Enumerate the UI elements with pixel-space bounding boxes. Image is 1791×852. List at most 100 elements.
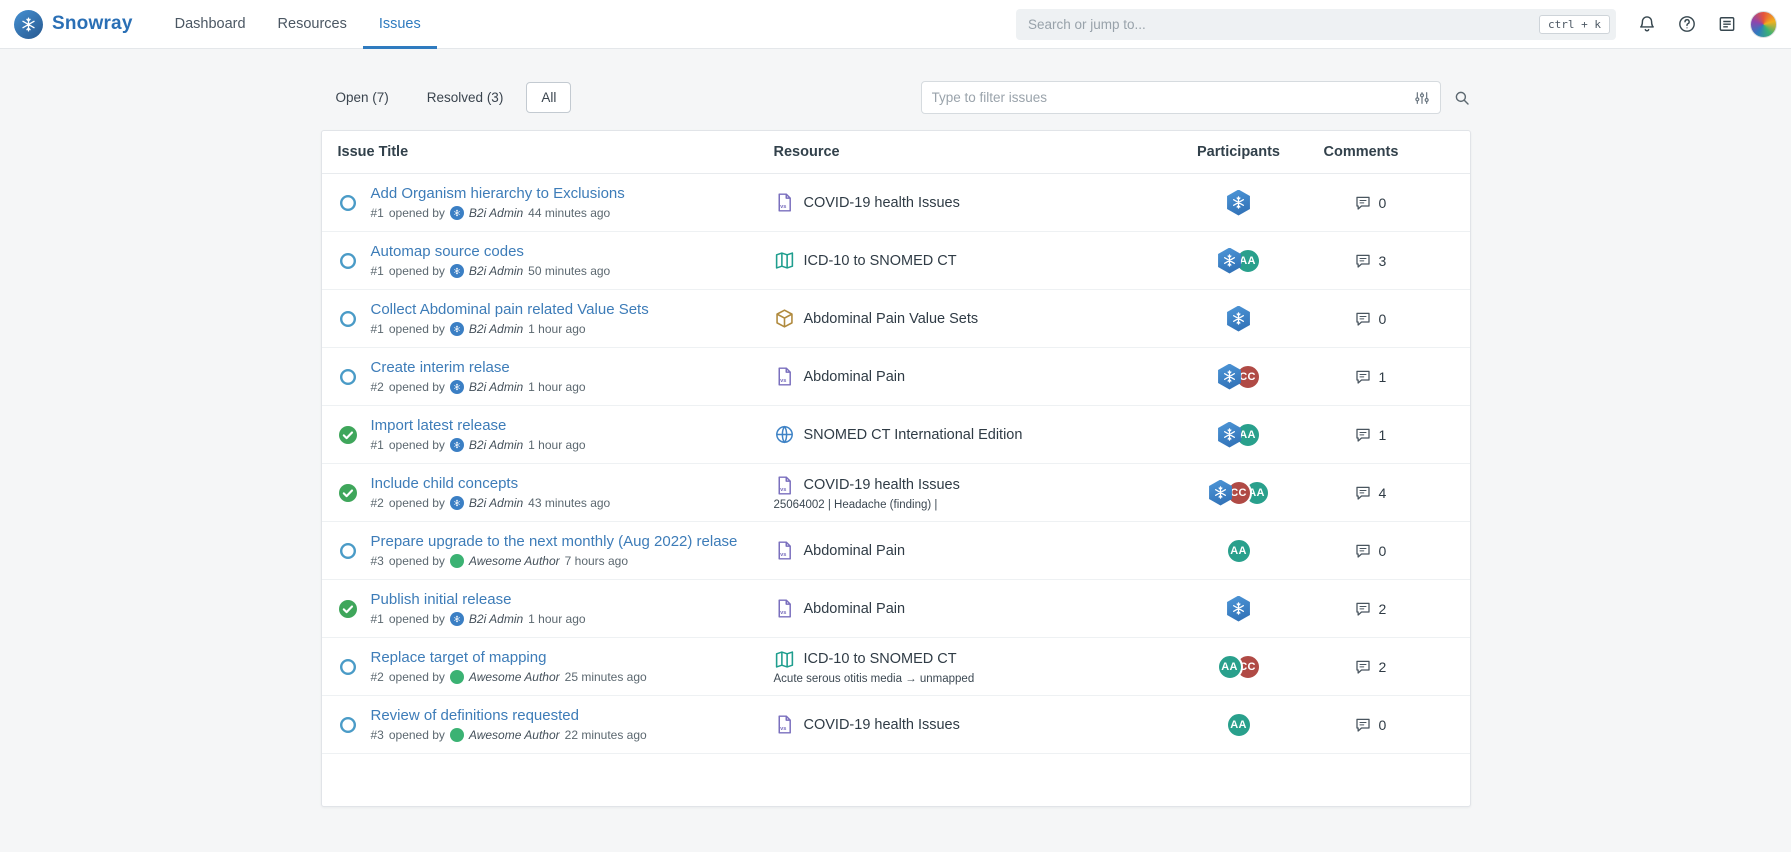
issue-ref: #2 bbox=[370, 670, 384, 684]
issue-title-link[interactable]: Collect Abdominal pain related Value Set… bbox=[371, 301, 649, 318]
brand[interactable]: Snowray bbox=[14, 9, 133, 39]
resource-name: SNOMED CT International Edition bbox=[803, 426, 1023, 443]
resource-cell: SNOMED CT International Edition bbox=[774, 424, 1154, 445]
issue-author: Awesome Author bbox=[468, 670, 560, 684]
issues-page: Open (7) Resolved (3) All Type to filter… bbox=[317, 81, 1475, 807]
comments-cell[interactable]: 0 bbox=[1324, 310, 1454, 328]
issue-time: 44 minutes ago bbox=[528, 206, 611, 220]
issue-rows: Add Organism hierarchy to Exclusions #1 … bbox=[321, 174, 1470, 754]
filter-search-button[interactable] bbox=[1453, 89, 1471, 107]
tab-open[interactable]: Open (7) bbox=[321, 82, 404, 113]
tab-all[interactable]: All bbox=[526, 82, 572, 113]
comments-cell[interactable]: 0 bbox=[1324, 542, 1454, 560]
tab-resolved[interactable]: Resolved (3) bbox=[412, 82, 519, 113]
comment-bubble-icon bbox=[1354, 426, 1372, 444]
filter-options-icon[interactable] bbox=[1414, 90, 1430, 106]
issue-title-link[interactable]: Create interim relase bbox=[371, 359, 510, 376]
comment-bubble-icon bbox=[1354, 600, 1372, 618]
participant-avatar-aa: AA bbox=[1225, 711, 1252, 738]
main-nav: Dashboard Resources Issues bbox=[159, 0, 437, 49]
comment-bubble-icon bbox=[1354, 252, 1372, 270]
issue-title-link[interactable]: Replace target of mapping bbox=[371, 649, 547, 666]
issue-row[interactable]: Add Organism hierarchy to Exclusions #1 … bbox=[321, 174, 1470, 232]
issue-filter-field[interactable] bbox=[920, 81, 1441, 114]
global-search-input[interactable] bbox=[1028, 16, 1532, 32]
user-avatar[interactable] bbox=[1750, 10, 1777, 38]
comment-bubble-icon bbox=[1354, 542, 1372, 560]
resource-type-icon bbox=[774, 649, 795, 670]
issue-ref: #1 bbox=[370, 438, 384, 452]
resource-type-icon bbox=[774, 424, 795, 445]
issue-filter-input[interactable] bbox=[931, 90, 1406, 105]
issue-ref: #2 bbox=[370, 380, 384, 394]
opened-by-label: opened by bbox=[388, 380, 445, 394]
issue-title-link[interactable]: Add Organism hierarchy to Exclusions bbox=[371, 185, 625, 202]
issue-time: 1 hour ago bbox=[528, 380, 586, 394]
opened-by-label: opened by bbox=[388, 728, 445, 742]
issue-row[interactable]: Create interim relase #2 opened by B2i A… bbox=[321, 348, 1470, 406]
navbar: Snowray Dashboard Resources Issues ctrl … bbox=[0, 0, 1791, 49]
resource-cell: vs Abdominal Pain bbox=[774, 598, 1154, 619]
issue-row[interactable]: Replace target of mapping #2 opened by A… bbox=[321, 638, 1470, 696]
comment-bubble-icon bbox=[1354, 310, 1372, 328]
author-avatar-icon bbox=[449, 264, 464, 278]
issue-title-link[interactable]: Publish initial release bbox=[371, 591, 512, 608]
nav-issues[interactable]: Issues bbox=[362, 0, 437, 49]
comments-cell[interactable]: 0 bbox=[1324, 716, 1454, 734]
svg-text:vs: vs bbox=[780, 610, 786, 616]
issue-status-icon bbox=[338, 715, 358, 735]
resource-cell: vs COVID-19 health Issues bbox=[774, 714, 1154, 735]
opened-by-label: opened by bbox=[388, 670, 445, 684]
help-icon[interactable] bbox=[1670, 7, 1704, 41]
comments-cell[interactable]: 3 bbox=[1324, 252, 1454, 270]
issue-row[interactable]: Review of definitions requested #3 opene… bbox=[321, 696, 1470, 754]
issue-status-icon bbox=[338, 599, 358, 619]
issue-row[interactable]: Import latest release #1 opened by B2i A… bbox=[321, 406, 1470, 464]
issue-meta: #3 opened by Awesome Author 7 hours ago bbox=[371, 554, 738, 568]
comments-cell[interactable]: 2 bbox=[1324, 658, 1454, 676]
issue-status-icon bbox=[338, 541, 358, 561]
comments-cell[interactable]: 4 bbox=[1324, 484, 1454, 502]
issue-title-link[interactable]: Import latest release bbox=[371, 417, 507, 434]
author-avatar-icon bbox=[449, 322, 464, 336]
comments-cell[interactable]: 2 bbox=[1324, 600, 1454, 618]
svg-text:vs: vs bbox=[780, 486, 786, 492]
issue-row[interactable]: Collect Abdominal pain related Value Set… bbox=[321, 290, 1470, 348]
participant-avatar-aa: AA bbox=[1225, 537, 1252, 564]
nav-dashboard[interactable]: Dashboard bbox=[159, 0, 262, 49]
issue-row[interactable]: Publish initial release #1 opened by B2i… bbox=[321, 580, 1470, 638]
resource-cell: Abdominal Pain Value Sets bbox=[774, 308, 1154, 329]
issue-author: B2i Admin bbox=[468, 438, 524, 452]
resource-name: ICD-10 to SNOMED CT bbox=[803, 252, 957, 269]
comment-count: 3 bbox=[1378, 252, 1387, 269]
comment-count: 4 bbox=[1378, 484, 1387, 501]
opened-by-label: opened by bbox=[388, 554, 445, 568]
issue-row[interactable]: Prepare upgrade to the next monthly (Aug… bbox=[321, 522, 1470, 580]
comment-bubble-icon bbox=[1354, 194, 1372, 212]
issue-row[interactable]: Include child concepts #2 opened by B2i … bbox=[321, 464, 1470, 522]
resource-name: Abdominal Pain Value Sets bbox=[803, 310, 979, 327]
global-search[interactable]: ctrl + k bbox=[1016, 8, 1616, 40]
resource-subtext: Acute serous otitis media → unmapped bbox=[773, 672, 975, 685]
whats-new-icon[interactable] bbox=[1710, 7, 1744, 41]
comments-cell[interactable]: 1 bbox=[1324, 368, 1454, 386]
comment-count: 0 bbox=[1378, 542, 1387, 559]
issue-status-icon bbox=[338, 367, 358, 387]
nav-resources[interactable]: Resources bbox=[262, 0, 363, 49]
issue-row[interactable]: Automap source codes #1 opened by B2i Ad… bbox=[321, 232, 1470, 290]
author-avatar-icon bbox=[449, 496, 464, 510]
comments-cell[interactable]: 0 bbox=[1324, 194, 1454, 212]
issue-title-link[interactable]: Review of definitions requested bbox=[371, 707, 579, 724]
notifications-bell-icon[interactable] bbox=[1630, 7, 1664, 41]
issues-table-card: Issue Title Resource Participants Commen… bbox=[320, 130, 1471, 807]
participants-cell: AA bbox=[1154, 421, 1324, 448]
resource-type-icon: vs bbox=[774, 192, 795, 213]
issue-title-link[interactable]: Include child concepts bbox=[371, 475, 519, 492]
comment-count: 0 bbox=[1378, 194, 1387, 211]
resource-cell: vs Abdominal Pain bbox=[774, 366, 1154, 387]
issue-author: B2i Admin bbox=[468, 206, 524, 220]
issue-title-link[interactable]: Automap source codes bbox=[371, 243, 524, 260]
comments-cell[interactable]: 1 bbox=[1324, 426, 1454, 444]
issue-title-link[interactable]: Prepare upgrade to the next monthly (Aug… bbox=[371, 533, 738, 550]
participant-avatar-b2i bbox=[1227, 595, 1250, 622]
